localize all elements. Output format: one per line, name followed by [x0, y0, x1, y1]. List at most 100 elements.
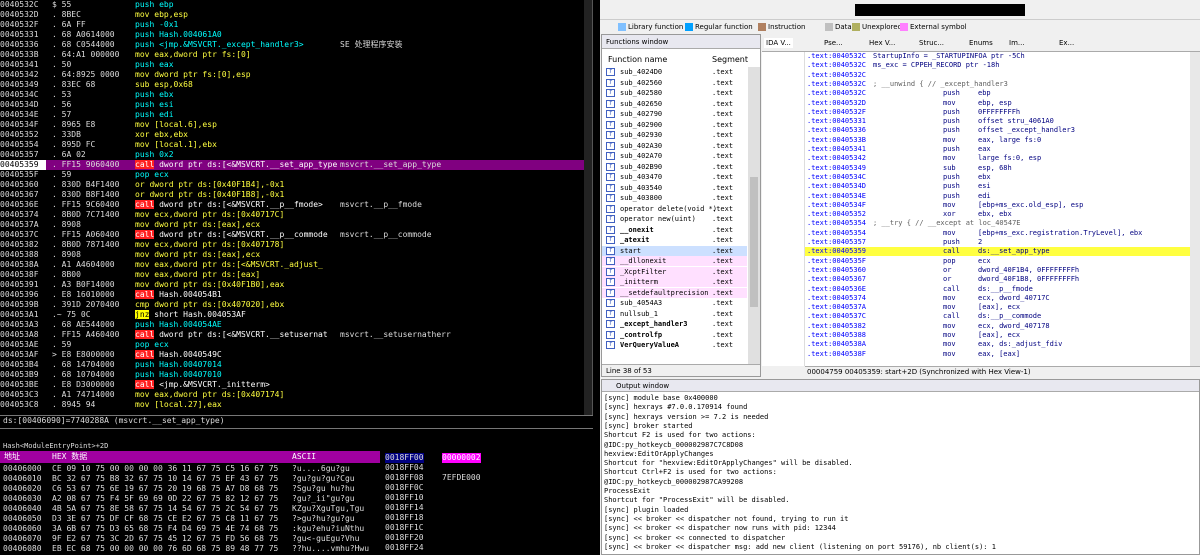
disasm-row[interactable]: 00405396 . E8 16010000 call Hash.004054B1 [0, 290, 592, 300]
view-tab[interactable]: Ex... [1057, 38, 1076, 48]
view-tab[interactable]: Pse... [822, 38, 845, 48]
disasm-row[interactable]: 004053C8 . 8945 94 mov [local.27],eax [0, 400, 592, 410]
function-row[interactable]: f sub_402580 .text [602, 88, 747, 98]
listing-line[interactable]: .text:00405388 mov [eax], ecx [805, 331, 1190, 340]
stack-row[interactable]: 0018FF08 7EFDE000 [382, 473, 593, 483]
function-row[interactable]: f _except_handler3 .text [602, 319, 747, 329]
stack-pane[interactable]: 0018FF00 00000002 0018FF04 0018FF08 7EFDE000… [382, 451, 593, 555]
view-tab[interactable]: Enums [967, 38, 995, 48]
disasm-row[interactable]: 004053AF > E8 E8000000 call Hash.0040549C [0, 350, 592, 360]
disasm-row[interactable]: 0040534D . 56 push esi [0, 100, 592, 110]
stack-row[interactable]: 0018FF18 [382, 513, 593, 523]
function-row[interactable]: f __onexit .text [602, 225, 747, 235]
disasm-row[interactable]: 00405342 . 64:8925 0000 mov dword ptr fs:[… [0, 70, 592, 80]
disasm-row[interactable]: 0040537A . 8908 mov dword ptr ds:[eax],ecx [0, 220, 592, 230]
listing-line[interactable]: .text:00405367 or dword_40F1B8, 0FFFFFFFFh [805, 275, 1190, 284]
disasm-row[interactable]: 004053C3 . A1 74714000 mov eax,dword ptr d… [0, 390, 592, 400]
disasm-row[interactable]: 00405357 . 6A 02 push 0x2 [0, 150, 592, 160]
dump-row[interactable]: 00406030 A2 08 67 75 F4 5F 69 69 0D 22 67… [0, 494, 380, 504]
ida-view-listing[interactable]: .text:0040532C StartupInfo = _STARTUPINFO… [805, 52, 1190, 366]
disasm-row[interactable]: 0040539B . 391D 2070400 cmp dword ptr ds:[… [0, 300, 592, 310]
disasm-row[interactable]: 00405374 . 8B0D 7C71400 mov ecx,dword ptr … [0, 210, 592, 220]
dump-row[interactable]: 00406010 BC 32 67 75 B8 32 67 75 10 14 67… [0, 474, 380, 484]
stack-row[interactable]: 0018FF10 [382, 493, 593, 503]
disasm-row[interactable]: 0040534E . 57 push edi [0, 110, 592, 120]
dump-row[interactable]: 00406040 4B 5A 67 75 8E 58 67 75 14 54 67… [0, 504, 380, 514]
listing-line[interactable]: .text:00405331 push offset stru_4061A0 [805, 117, 1190, 126]
listing-line[interactable]: .text:0040532D mov ebp, esp [805, 99, 1190, 108]
function-row[interactable]: f sub_4024D0 .text [602, 67, 747, 77]
dump-row[interactable]: 00406060 3A 6B 67 75 D3 65 68 75 F4 D4 69… [0, 524, 380, 534]
disasm-scrollbar[interactable] [584, 0, 592, 415]
disasm-row[interactable]: 00405352 . 33DB xor ebx,ebx [0, 130, 592, 140]
dump-row[interactable]: 00406000 CE 09 10 75 00 00 00 00 36 11 67… [0, 464, 380, 474]
function-row[interactable]: f sub_403470 .text [602, 172, 747, 182]
disasm-row[interactable]: 00405359 . FF15 9060400 call dword ptr ds:… [0, 160, 592, 170]
disasm-row[interactable]: 00405341 . 50 push eax [0, 60, 592, 70]
function-row[interactable]: f VerQueryValueA .text [602, 340, 747, 350]
function-row[interactable]: f sub_402650 .text [602, 99, 747, 109]
disasm-row[interactable]: 0040535F . 59 pop ecx [0, 170, 592, 180]
disasm-row[interactable]: 0040533B . 64:A1 000000 mov eax,dword ptr … [0, 50, 592, 60]
hex-dump-pane[interactable]: 地址 HEX 数据 ASCII 00406000 CE 09 10 75 00 0… [0, 451, 380, 555]
listing-line[interactable]: .text:0040538A mov eax, ds:_adjust_fdiv [805, 340, 1190, 349]
listing-line[interactable]: .text:0040536E call ds:__p__fmode [805, 285, 1190, 294]
listing-line[interactable]: .text:00405354 ; __try { // __except at l… [805, 219, 1190, 228]
listing-line[interactable]: .text:00405374 mov ecx, dword_40717C [805, 294, 1190, 303]
disasm-row[interactable]: 0040532D . 8BEC mov ebp,esp [0, 10, 592, 20]
disassembly-pane[interactable]: 0040532C $ 55 push ebp 0040532D . 8BEC mov eb… [0, 0, 593, 415]
stack-row[interactable]: 0018FF24 [382, 543, 593, 553]
disasm-row[interactable]: 0040532C $ 55 push ebp [0, 0, 592, 10]
disasm-row[interactable]: 004053B4 . 68 14704000 push Hash.00407014 [0, 360, 592, 370]
listing-line[interactable]: .text:00405352 xor ebx, ebx [805, 210, 1190, 219]
listing-line[interactable]: .text:0040538F mov eax, [eax] [805, 350, 1190, 359]
function-row[interactable]: f _atexit .text [602, 235, 747, 245]
disasm-row[interactable]: 00405391 . A3 B0F14000 mov dword ptr ds:[0… [0, 280, 592, 290]
disasm-row[interactable]: 00405331 . 68 A0614000 push Hash.004061A0 [0, 30, 592, 40]
listing-line[interactable]: .text:0040532C ; __unwind { // _except_ha… [805, 80, 1190, 89]
stack-row[interactable]: 0018FF04 [382, 463, 593, 473]
navigation-band[interactable] [855, 4, 1025, 16]
listing-line[interactable]: .text:0040533B mov eax, large fs:0 [805, 136, 1190, 145]
dump-row[interactable]: 00406020 C6 53 67 75 6E 19 67 75 20 19 68… [0, 484, 380, 494]
functions-window[interactable]: Functions window Function name Segment f… [601, 34, 761, 377]
disasm-row[interactable]: 0040534F . 8965 E8 mov [local.6],esp [0, 120, 592, 130]
function-row[interactable]: f _controlfp .text [602, 330, 747, 340]
view-tab[interactable]: Im... [1007, 38, 1027, 48]
listing-line[interactable]: .text:0040532F push 0FFFFFFFFh [805, 108, 1190, 117]
disasm-row[interactable]: 0040537C . FF15 A060400 call dword ptr ds:… [0, 230, 592, 240]
listing-line[interactable]: .text:0040532C push ebp [805, 89, 1190, 98]
disasm-row[interactable]: 00405388 . 8908 mov dword ptr ds:[eax],ecx [0, 250, 592, 260]
disasm-row[interactable]: 0040538A . A1 A4604000 mov eax,dword ptr d… [0, 260, 592, 270]
dump-row[interactable]: 00406070 9F E2 67 75 3C 2D 67 75 45 12 67… [0, 534, 380, 544]
listing-line[interactable]: .text:00405341 push eax [805, 145, 1190, 154]
function-row[interactable]: f sub_4054A3 .text [602, 298, 747, 308]
listing-line[interactable]: .text:0040532C [805, 71, 1190, 80]
stack-row[interactable]: 0018FF14 [382, 503, 593, 513]
listing-line[interactable]: .text:0040537A mov [eax], ecx [805, 303, 1190, 312]
disasm-row[interactable]: 0040538F . 8B00 mov eax,dword ptr ds:[eax] [0, 270, 592, 280]
stack-row[interactable]: 0018FF0C [382, 483, 593, 493]
disasm-row[interactable]: 00405360 . 830D B4F1400 or dword ptr ds:[0… [0, 180, 592, 190]
function-row[interactable]: f sub_402930 .text [602, 130, 747, 140]
function-row[interactable]: f sub_402A30 .text [602, 141, 747, 151]
listing-line[interactable]: .text:00405336 push offset _except_handler… [805, 126, 1190, 135]
dump-row[interactable]: 00406050 D3 3E 67 75 DF CF 68 75 CE E2 67… [0, 514, 380, 524]
disasm-row[interactable]: 004053A1 .~ 75 0C jnz short Hash.004053AF [0, 310, 592, 320]
function-row[interactable]: f sub_403540 .text [602, 183, 747, 193]
function-row[interactable]: f nullsub_1 .text [602, 309, 747, 319]
function-row[interactable]: f sub_402B90 .text [602, 162, 747, 172]
listing-line[interactable]: .text:00405382 mov ecx, dword_407178 [805, 322, 1190, 331]
function-row[interactable]: f __dllonexit .text [602, 256, 747, 266]
function-row[interactable]: f __setdefaultprecision .text [602, 287, 747, 298]
listing-line[interactable]: .text:0040534F mov [ebp+ms_exc.old_esp], e… [805, 201, 1190, 210]
disasm-row[interactable]: 004053AE . 59 pop ecx [0, 340, 592, 350]
listing-line[interactable]: .text:00405359 call ds:__set_app_type [805, 247, 1190, 257]
function-row[interactable]: f operator delete(void *) .text [602, 204, 747, 214]
function-row[interactable]: f sub_402790 .text [602, 109, 747, 119]
listing-line[interactable]: .text:0040535F pop ecx [805, 257, 1190, 266]
scroll-thumb[interactable] [750, 177, 758, 307]
disasm-row[interactable]: 00405382 . 8B0D 7871400 mov ecx,dword ptr … [0, 240, 592, 250]
listing-line[interactable]: .text:0040532C ms_exc = CPPEH_RECORD ptr … [805, 61, 1190, 70]
function-list[interactable]: f sub_4024D0 .text f sub_402560 .text f sub_402… [602, 67, 747, 365]
